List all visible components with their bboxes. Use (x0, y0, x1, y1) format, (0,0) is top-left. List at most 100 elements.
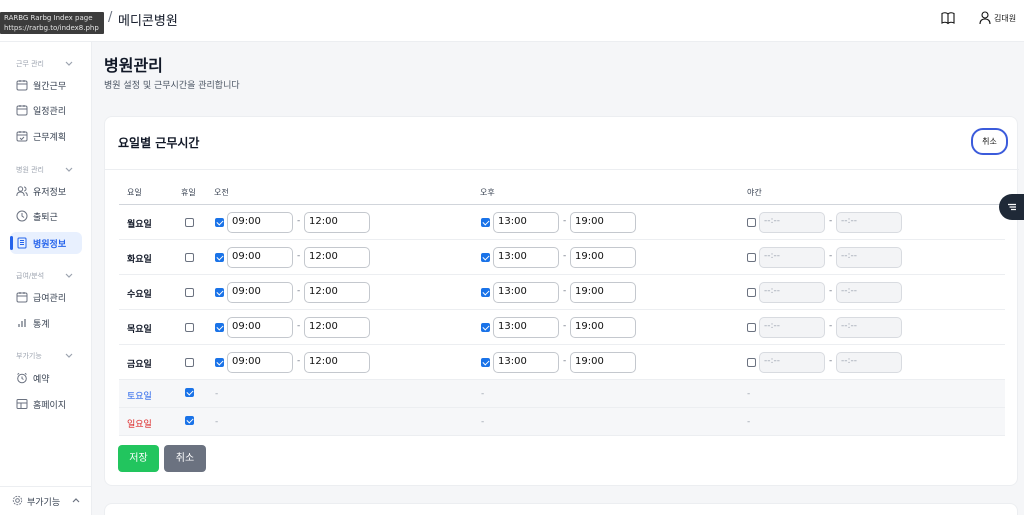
morning-end-time-input[interactable]: 12:00 (304, 317, 370, 338)
holiday-checkbox[interactable] (185, 218, 194, 227)
day-label: 금요일 (127, 360, 152, 370)
afternoon-end-time-input[interactable]: 19:00 (570, 352, 636, 373)
morning-start-time-input[interactable]: 09:00 (227, 352, 293, 373)
sidebar-item-label: 근무계획 (33, 133, 67, 143)
user-name[interactable]: 김대원 (994, 13, 1016, 24)
afternoon-enabled-checkbox[interactable] (481, 218, 490, 227)
afternoon-start-time-input[interactable]: 13:00 (493, 212, 559, 233)
floating-action-button[interactable] (999, 194, 1024, 220)
sidebar-section-title: 급여/분석 (16, 272, 45, 280)
book-icon[interactable] (941, 11, 955, 25)
afternoon-start-time-input[interactable]: 13:00 (493, 352, 559, 373)
afternoon-enabled-checkbox[interactable] (481, 323, 490, 332)
holiday-checkbox[interactable] (185, 288, 194, 297)
hospital-name: 메디콘병원 (118, 14, 178, 29)
chevron-down-icon[interactable] (65, 167, 73, 173)
holiday-checkbox[interactable] (185, 323, 194, 332)
sidebar-item-label: 통계 (33, 320, 50, 330)
sidebar-item-label: 홈페이지 (33, 401, 67, 411)
chevron-down-icon[interactable] (65, 61, 73, 67)
time-separator: - (829, 251, 833, 261)
morning-start-time-input[interactable]: 09:00 (227, 282, 293, 303)
sidebar-item-label: 병원정보 (33, 240, 67, 250)
morning-end-time-input[interactable]: 12:00 (304, 212, 370, 233)
morning-end-time-input[interactable]: 12:00 (304, 282, 370, 303)
time-separator: - (563, 251, 567, 261)
afternoon-end-time-input[interactable]: 19:00 (570, 247, 636, 268)
night-start-time-input[interactable]: --:-- (759, 247, 825, 268)
morning-enabled-checkbox[interactable] (215, 218, 224, 227)
sidebar-footer-addons[interactable]: 부가기능 (0, 486, 92, 515)
morning-enabled-checkbox[interactable] (215, 288, 224, 297)
chevron-up-icon (72, 498, 80, 503)
afternoon-start-time-input[interactable]: 13:00 (493, 247, 559, 268)
night-enabled-checkbox[interactable] (747, 358, 756, 367)
afternoon-end-time-input[interactable]: 19:00 (570, 317, 636, 338)
afternoon-start-time-input[interactable]: 13:00 (493, 282, 559, 303)
sidebar-section-title: 병원 관리 (16, 166, 44, 174)
sidebar-item-plan[interactable]: 근무계획 (10, 125, 82, 147)
night-start-time-input[interactable]: --:-- (759, 212, 825, 233)
morning-enabled-checkbox[interactable] (215, 323, 224, 332)
sidebar-item-homepage[interactable]: 홈페이지 (10, 393, 82, 415)
day-label: 토요일 (127, 392, 152, 402)
night-end-time-input[interactable]: --:-- (836, 247, 902, 268)
night-enabled-checkbox[interactable] (747, 253, 756, 262)
afternoon-end-time-input[interactable]: 19:00 (570, 282, 636, 303)
sidebar-item-payroll[interactable]: 급여관리 (10, 286, 82, 308)
user-icon[interactable] (979, 11, 991, 25)
holiday-checkbox[interactable] (185, 416, 194, 425)
afternoon-end-time-input[interactable]: 19:00 (570, 212, 636, 233)
night-enabled-checkbox[interactable] (747, 323, 756, 332)
sidebar-item-stats[interactable]: 통계 (10, 312, 82, 334)
chevron-down-icon[interactable] (65, 273, 73, 279)
morning-end-time-input[interactable]: 12:00 (304, 247, 370, 268)
afternoon-enabled-checkbox[interactable] (481, 288, 490, 297)
night-end-time-input[interactable]: --:-- (836, 317, 902, 338)
day-label: 수요일 (127, 290, 152, 300)
night-enabled-checkbox[interactable] (747, 288, 756, 297)
cancel-edit-button[interactable]: 취소 (971, 128, 1008, 155)
night-start-time-input[interactable]: --:-- (759, 282, 825, 303)
night-start-time-input[interactable]: --:-- (759, 352, 825, 373)
night-end-time-input[interactable]: --:-- (836, 212, 902, 233)
sidebar-item-users[interactable]: 유저정보 (10, 180, 82, 202)
sidebar-item-reservation[interactable]: 예약 (10, 367, 82, 389)
page-subtitle: 병원 설정 및 근무시간을 관리합니다 (104, 81, 240, 91)
save-button[interactable]: 저장 (118, 445, 159, 472)
morning-end-time-input[interactable]: 12:00 (304, 352, 370, 373)
chevron-down-icon[interactable] (65, 353, 73, 359)
column-header-afternoon: 오후 (480, 188, 495, 197)
sidebar-item-schedule[interactable]: 일정관리 (10, 99, 82, 121)
morning-enabled-checkbox[interactable] (215, 253, 224, 262)
holiday-checkbox[interactable] (185, 388, 194, 397)
afternoon-enabled-checkbox[interactable] (481, 253, 490, 262)
afternoon-enabled-checkbox[interactable] (481, 358, 490, 367)
time-separator: - (563, 216, 567, 226)
calendar-edit-icon (16, 105, 28, 116)
alarm-icon (17, 372, 27, 384)
sidebar-item-monthly[interactable]: 월간근무 (10, 74, 82, 96)
time-separator: - (297, 251, 301, 261)
morning-start-time-input[interactable]: 09:00 (227, 212, 293, 233)
column-header-holiday: 휴일 (181, 188, 196, 197)
morning-empty: - (215, 389, 219, 399)
afternoon-start-time-input[interactable]: 13:00 (493, 317, 559, 338)
night-enabled-checkbox[interactable] (747, 218, 756, 227)
calendar-check-icon (16, 131, 28, 142)
sidebar-footer-label: 부가기능 (27, 498, 61, 508)
breadcrumb-separator: / (108, 10, 113, 25)
morning-enabled-checkbox[interactable] (215, 358, 224, 367)
holiday-checkbox[interactable] (185, 253, 194, 262)
cancel-button[interactable]: 취소 (164, 445, 206, 472)
sidebar-item-hospital-info[interactable]: 병원정보 (10, 232, 82, 254)
sidebar-item-attendance[interactable]: 출퇴근 (10, 205, 82, 227)
morning-start-time-input[interactable]: 09:00 (227, 247, 293, 268)
night-start-time-input[interactable]: --:-- (759, 317, 825, 338)
night-end-time-input[interactable]: --:-- (836, 282, 902, 303)
table-row-weekend: 토요일 - - - (119, 380, 1005, 408)
morning-start-time-input[interactable]: 09:00 (227, 317, 293, 338)
night-end-time-input[interactable]: --:-- (836, 352, 902, 373)
holiday-checkbox[interactable] (185, 358, 194, 367)
calendar-icon (16, 292, 28, 303)
